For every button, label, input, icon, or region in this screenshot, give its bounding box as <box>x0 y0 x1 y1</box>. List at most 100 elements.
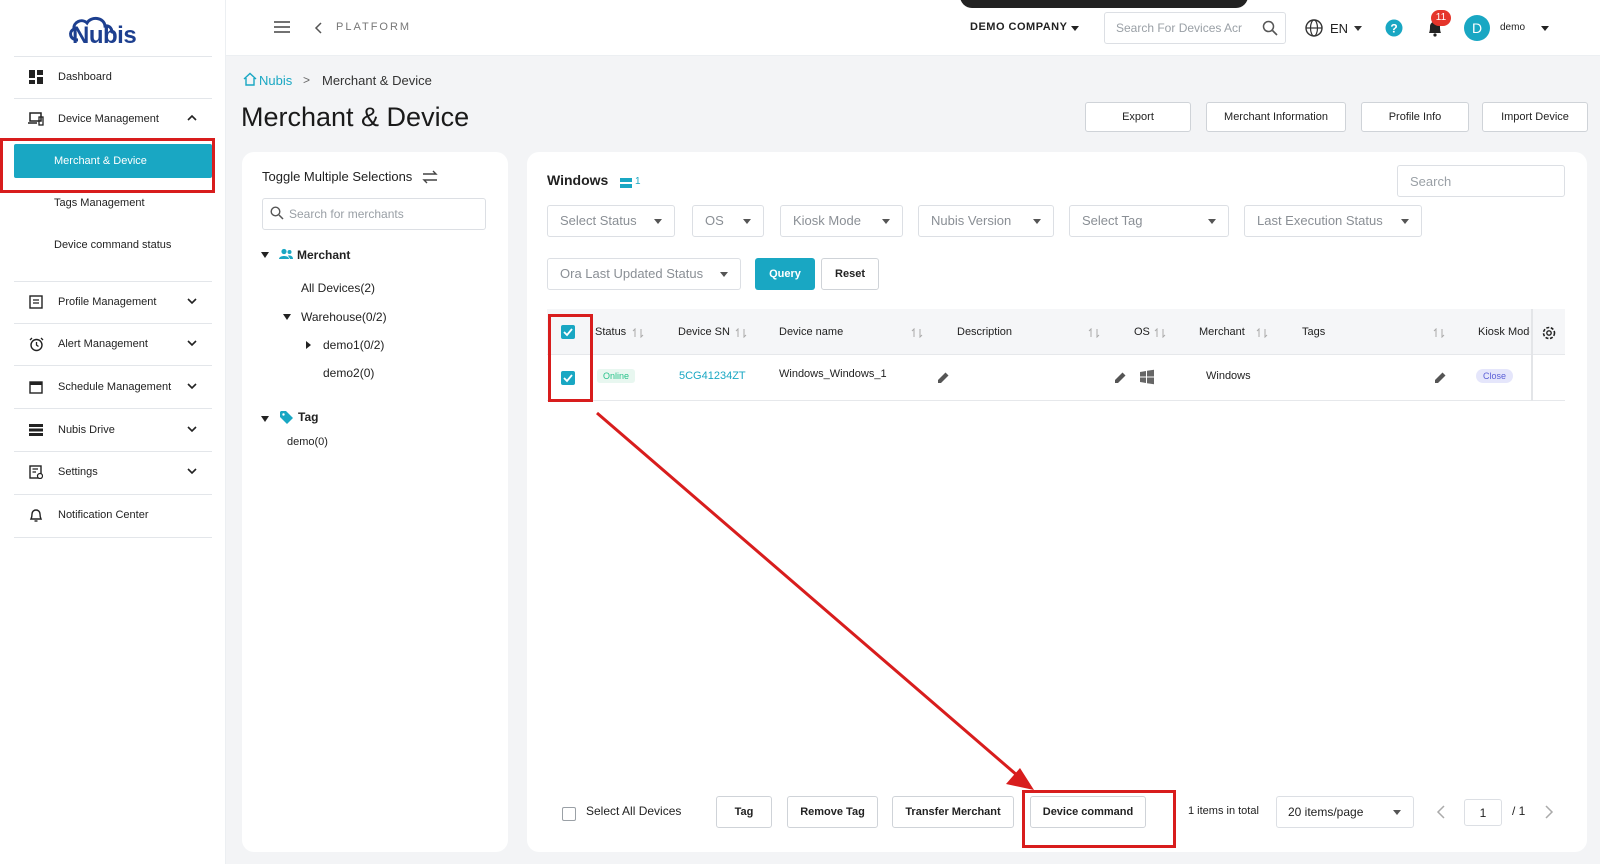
kiosk-mode-filter[interactable]: Kiosk Mode <box>780 205 903 237</box>
reset-button[interactable]: Reset <box>821 258 879 290</box>
select-all-devices-label[interactable]: Select All Devices <box>586 804 681 818</box>
ora-last-updated-status-filter[interactable]: Ora Last Updated Status <box>547 258 741 290</box>
tree-node-demo1[interactable]: demo1(0/2) <box>323 338 384 352</box>
sidebar-item-device-management[interactable]: Device Management <box>14 102 212 136</box>
caret-down-icon[interactable] <box>1541 26 1549 31</box>
column-header-device-sn[interactable]: Device SN <box>678 326 730 338</box>
calendar-icon <box>28 379 44 395</box>
user-name[interactable]: demo <box>1500 22 1525 33</box>
tree-node-demo2[interactable]: demo2(0) <box>323 366 374 380</box>
page-number-input[interactable] <box>1464 799 1502 826</box>
edit-description-pencil-icon[interactable] <box>1114 371 1127 384</box>
last-execution-status-filter[interactable]: Last Execution Status <box>1244 205 1422 237</box>
page-size-select[interactable]: 20 items/page <box>1276 796 1414 828</box>
avatar[interactable]: D <box>1464 15 1490 41</box>
column-header-kiosk-mode[interactable]: Kiosk Mode <box>1478 326 1530 338</box>
help-icon[interactable]: ? <box>1385 19 1403 37</box>
menu-icon[interactable] <box>274 20 290 34</box>
window-tab-strip <box>960 0 1248 8</box>
chevron-up-icon[interactable] <box>186 112 198 124</box>
sidebar-subitem-tags-management[interactable]: Tags Management <box>14 186 212 220</box>
column-header-tags[interactable]: Tags <box>1302 326 1325 338</box>
import-device-button[interactable]: Import Device <box>1482 102 1588 132</box>
breadcrumb-home[interactable]: Nubis <box>259 73 292 88</box>
next-page-icon[interactable] <box>1544 805 1554 819</box>
query-button[interactable]: Query <box>755 258 815 290</box>
caret-down-icon[interactable] <box>1354 26 1362 31</box>
nubis-version-filter[interactable]: Nubis Version <box>918 205 1054 237</box>
notification-badge: 11 <box>1431 10 1451 26</box>
sort-icon[interactable] <box>735 328 747 338</box>
chevron-down-icon[interactable] <box>186 337 198 349</box>
merchant-information-button[interactable]: Merchant Information <box>1206 102 1346 132</box>
sidebar-subitem-merchant-device[interactable]: Merchant & Device <box>14 144 212 178</box>
tree-node-all-devices[interactable]: All Devices(2) <box>301 281 375 295</box>
sort-icon[interactable] <box>1154 328 1166 338</box>
sidebar-item-dashboard[interactable]: Dashboard <box>14 60 212 94</box>
drive-icon <box>28 422 44 438</box>
globe-icon[interactable] <box>1304 18 1324 38</box>
transfer-merchant-button[interactable]: Transfer Merchant <box>892 796 1014 828</box>
tag-button[interactable]: Tag <box>716 796 772 828</box>
dashboard-icon <box>28 69 44 85</box>
chevron-down-icon[interactable] <box>186 423 198 435</box>
caret-down-icon[interactable] <box>1071 26 1079 31</box>
company-selector[interactable]: DEMO COMPANY <box>970 21 1067 33</box>
sidebar-item-label: Settings <box>58 466 98 478</box>
sidebar-item-alert-management[interactable]: Alert Management <box>14 327 212 361</box>
column-header-os[interactable]: OS <box>1134 326 1150 338</box>
sidebar-item-schedule-management[interactable]: Schedule Management <box>14 370 212 404</box>
caret-down-icon <box>1401 219 1409 224</box>
device-command-button[interactable]: Device command <box>1030 796 1146 828</box>
tree-node-warehouse[interactable]: Warehouse(0/2) <box>301 310 387 324</box>
select-all-devices-checkbox[interactable] <box>562 807 576 821</box>
device-search-input[interactable] <box>1397 165 1565 197</box>
caret-right-icon[interactable] <box>306 341 311 349</box>
sort-icon[interactable] <box>1088 328 1100 338</box>
sidebar-item-settings[interactable]: Settings <box>14 455 212 489</box>
last-execution-status-filter-label: Last Execution Status <box>1257 213 1383 228</box>
chevron-down-icon[interactable] <box>186 380 198 392</box>
sidebar-item-notification-center[interactable]: Notification Center <box>14 498 212 532</box>
column-header-status[interactable]: Status <box>595 326 626 338</box>
sidebar-subitem-device-command-status[interactable]: Device command status <box>14 228 212 262</box>
column-header-device-name[interactable]: Device name <box>779 326 843 338</box>
edit-name-pencil-icon[interactable] <box>937 371 950 384</box>
select-all-rows-checkbox[interactable] <box>561 325 575 339</box>
export-button[interactable]: Export <box>1085 102 1191 132</box>
global-search-input[interactable] <box>1104 12 1286 44</box>
caret-down-icon[interactable] <box>261 416 269 422</box>
previous-page-icon[interactable] <box>1436 805 1446 819</box>
caret-down-icon <box>720 272 728 277</box>
swap-icon[interactable] <box>422 170 438 184</box>
edit-tags-pencil-icon[interactable] <box>1434 371 1447 384</box>
caret-down-icon <box>1208 219 1216 224</box>
sort-icon[interactable] <box>632 328 644 338</box>
nubis-logo[interactable]: Nubis <box>64 8 154 49</box>
row-checkbox[interactable] <box>561 371 575 385</box>
profile-info-button[interactable]: Profile Info <box>1361 102 1469 132</box>
chevron-down-icon[interactable] <box>186 295 198 307</box>
sort-icon[interactable] <box>1433 328 1445 338</box>
chevron-down-icon[interactable] <box>186 465 198 477</box>
os-filter[interactable]: OS <box>692 205 764 237</box>
tree-node-tag-demo[interactable]: demo(0) <box>287 436 328 448</box>
chevron-left-icon[interactable] <box>314 22 324 34</box>
caret-down-icon[interactable] <box>261 252 269 258</box>
sidebar-item-nubis-drive[interactable]: Nubis Drive <box>14 413 212 447</box>
status-filter[interactable]: Select Status <box>547 205 675 237</box>
column-header-merchant[interactable]: Merchant <box>1199 326 1245 338</box>
sort-icon[interactable] <box>1256 328 1268 338</box>
home-icon[interactable] <box>243 72 257 86</box>
caret-down-icon[interactable] <box>283 314 291 320</box>
column-settings-gear-icon[interactable] <box>1541 325 1557 341</box>
sidebar-item-profile-management[interactable]: Profile Management <box>14 285 212 319</box>
remove-tag-button[interactable]: Remove Tag <box>787 796 878 828</box>
column-header-description[interactable]: Description <box>957 326 1012 338</box>
merchant-search-input[interactable] <box>262 198 486 230</box>
device-sn-link[interactable]: 5CG41234ZT <box>679 370 746 382</box>
language-selector[interactable]: EN <box>1330 21 1348 36</box>
tag-filter[interactable]: Select Tag <box>1069 205 1229 237</box>
search-icon[interactable] <box>1262 20 1278 36</box>
sort-icon[interactable] <box>911 328 923 338</box>
